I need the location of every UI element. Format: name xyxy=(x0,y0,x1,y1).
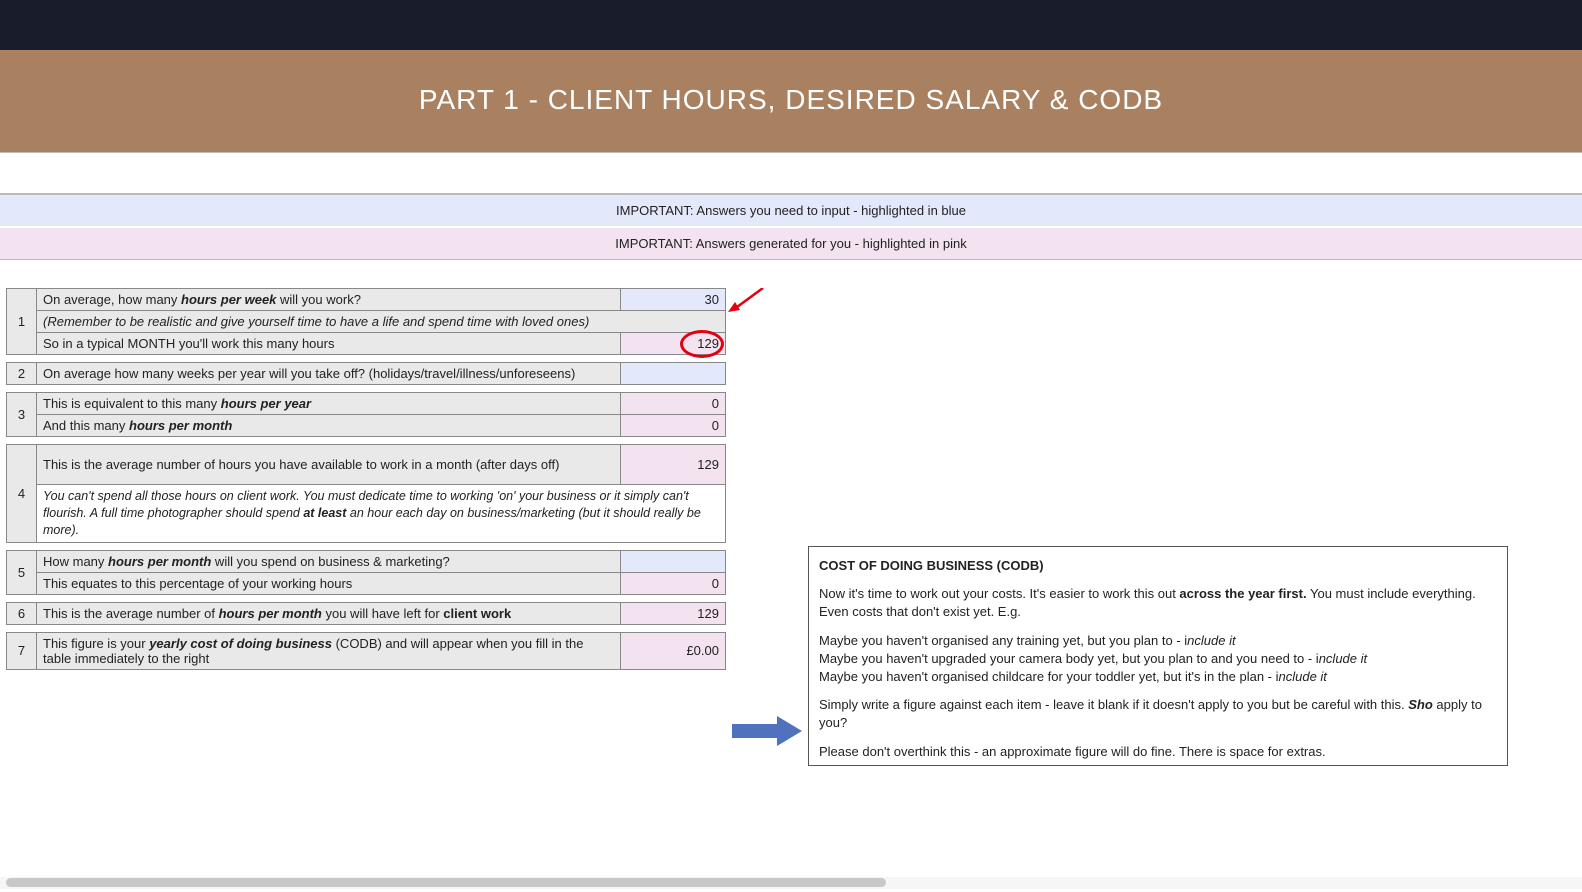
notice-generated-pink: IMPORTANT: Answers generated for you - h… xyxy=(0,227,1582,260)
row-5-number: 5 xyxy=(7,550,37,594)
codb-examples: Maybe you haven't organised any training… xyxy=(819,632,1497,687)
row-3b: And this many hours per month 0 xyxy=(7,415,726,437)
worksheet-area: 1 On average, how many hours per week wi… xyxy=(0,288,1582,670)
text-bold: hours per week xyxy=(181,292,276,307)
row-1-label: On average, how many hours per week will… xyxy=(37,289,621,311)
row-1-monthly: So in a typical MONTH you'll work this m… xyxy=(7,333,726,355)
row-7: 7 This figure is your yearly cost of doi… xyxy=(7,632,726,669)
text: This is the average number of xyxy=(43,606,219,621)
row-4-label: This is the average number of hours you … xyxy=(37,445,621,485)
row-4-number: 4 xyxy=(7,445,37,543)
text: How many xyxy=(43,554,108,569)
text-bold: hours per year xyxy=(221,396,311,411)
text-bold: hours per month xyxy=(108,554,211,569)
text: Maybe you haven't organised any training… xyxy=(819,633,1187,648)
row-6: 6 This is the average number of hours pe… xyxy=(7,602,726,624)
row-4-value: 129 xyxy=(621,445,726,485)
row-1-number: 1 xyxy=(7,289,37,355)
text-ital: nclude it xyxy=(1279,669,1327,684)
row-5a: 5 How many hours per month will you spen… xyxy=(7,550,726,572)
row-6-number: 6 xyxy=(7,602,37,624)
codb-info-box: COST OF DOING BUSINESS (CODB) Now it's t… xyxy=(808,546,1508,766)
row-3a: 3 This is equivalent to this many hours … xyxy=(7,393,726,415)
text-ital: nclude it xyxy=(1187,633,1235,648)
text: This is equivalent to this many xyxy=(43,396,221,411)
row-7-label: This figure is your yearly cost of doing… xyxy=(37,632,621,669)
codb-p2: Simply write a figure against each item … xyxy=(819,696,1497,732)
row-1-monthly-label: So in a typical MONTH you'll work this m… xyxy=(37,333,621,355)
row-7-number: 7 xyxy=(7,632,37,669)
row-1-note-text: (Remember to be realistic and give yours… xyxy=(37,311,726,333)
row-4-note-text: You can't spend all those hours on clien… xyxy=(37,485,726,543)
text: will you work? xyxy=(276,292,361,307)
text-bold: yearly cost of doing business xyxy=(149,636,332,651)
text-ital: nclude it xyxy=(1319,651,1367,666)
text: Maybe you haven't upgraded your camera b… xyxy=(819,651,1319,666)
codb-p1: Now it's time to work out your costs. It… xyxy=(819,585,1497,621)
row-3a-label: This is equivalent to this many hours pe… xyxy=(37,393,621,415)
codb-header: COST OF DOING BUSINESS (CODB) xyxy=(819,557,1497,575)
text: Simply write a figure against each item … xyxy=(819,697,1408,712)
row-7-value: £0.00 xyxy=(621,632,726,669)
row-4: 4 This is the average number of hours yo… xyxy=(7,445,726,485)
text: Maybe you haven't organised childcare fo… xyxy=(819,669,1279,684)
text-bold: at least xyxy=(303,506,346,520)
row-3-number: 3 xyxy=(7,393,37,437)
row-5a-input[interactable] xyxy=(621,550,726,572)
attention-arrow-icon xyxy=(728,288,768,318)
row-2-label: On average how many weeks per year will … xyxy=(37,363,621,385)
row-5b: This equates to this percentage of your … xyxy=(7,572,726,594)
row-4-note: You can't spend all those hours on clien… xyxy=(7,485,726,543)
text: This figure is your xyxy=(43,636,149,651)
row-1-input[interactable]: 30 xyxy=(621,289,726,311)
notice-gap xyxy=(0,260,1582,288)
row-1-note: (Remember to be realistic and give yours… xyxy=(7,311,726,333)
section-title: PART 1 - CLIENT HOURS, DESIRED SALARY & … xyxy=(0,50,1582,152)
row-3b-label: And this many hours per month xyxy=(37,415,621,437)
horizontal-scrollbar[interactable] xyxy=(0,877,1582,889)
row-3a-value: 0 xyxy=(621,393,726,415)
top-dark-bar xyxy=(0,0,1582,50)
text: you will have left for xyxy=(322,606,443,621)
text-bold: across the year first. xyxy=(1179,586,1306,601)
worksheet-table: 1 On average, how many hours per week wi… xyxy=(6,288,726,670)
row-5b-value: 0 xyxy=(621,572,726,594)
row-2-number: 2 xyxy=(7,363,37,385)
notice-input-blue: IMPORTANT: Answers you need to input - h… xyxy=(0,194,1582,227)
text-bold: hours per month xyxy=(129,418,232,433)
scrollbar-thumb[interactable] xyxy=(6,878,886,887)
text: And this many xyxy=(43,418,129,433)
row-6-value: 129 xyxy=(621,602,726,624)
codb-arrow-icon xyxy=(732,716,802,746)
text-bold: Sho xyxy=(1408,697,1433,712)
row-6-label: This is the average number of hours per … xyxy=(37,602,621,624)
row-2-input[interactable] xyxy=(621,363,726,385)
codb-p3: Please don't overthink this - an approxi… xyxy=(819,743,1497,761)
text: Now it's time to work out your costs. It… xyxy=(819,586,1179,601)
title-spacer xyxy=(0,152,1582,194)
row-1-question: 1 On average, how many hours per week wi… xyxy=(7,289,726,311)
row-3b-value: 0 xyxy=(621,415,726,437)
text-bold: hours per month xyxy=(219,606,322,621)
row-5b-label: This equates to this percentage of your … xyxy=(37,572,621,594)
row-2: 2 On average how many weeks per year wil… xyxy=(7,363,726,385)
text: will you spend on business & marketing? xyxy=(211,554,449,569)
text: On average, how many xyxy=(43,292,181,307)
row-1-monthly-value: 129 xyxy=(621,333,726,355)
row-5a-label: How many hours per month will you spend … xyxy=(37,550,621,572)
text-bold2: client work xyxy=(443,606,511,621)
